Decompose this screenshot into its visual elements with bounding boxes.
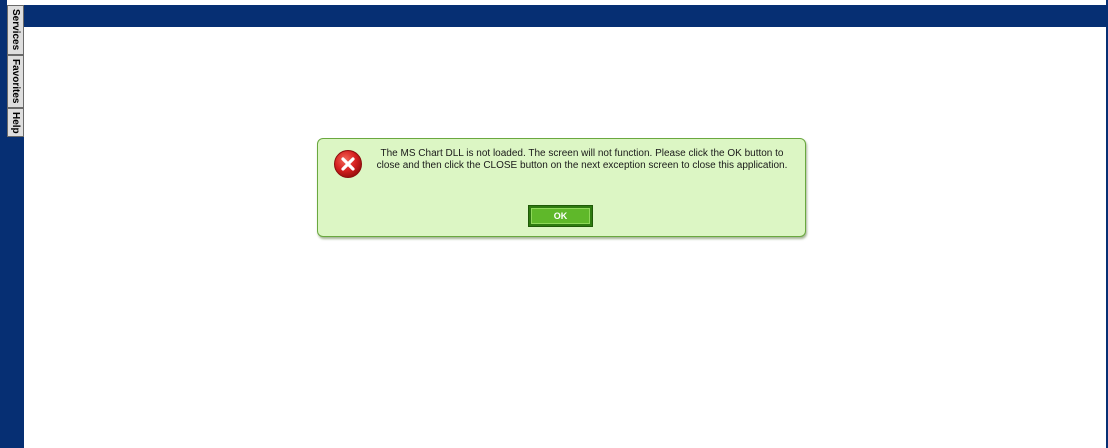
tab-services[interactable]: Services [7,5,24,55]
error-dialog: The MS Chart DLL is not loaded. The scre… [317,138,806,237]
tab-help[interactable]: Help [7,108,24,137]
ok-button[interactable]: OK [528,205,593,227]
main-content-area [24,27,1106,448]
tab-services-label: Services [10,9,21,51]
header-bar [24,5,1106,27]
ok-button-label: OK [531,208,590,224]
tab-help-label: Help [10,111,21,134]
tab-favorites[interactable]: Favorites [7,55,24,108]
tab-favorites-label: Favorites [10,59,21,104]
error-message: The MS Chart DLL is not loaded. The scre… [376,148,788,171]
application-window: Services Favorites Help The MS Chart DLL… [0,0,1108,448]
error-icon [334,150,362,178]
left-frame [0,0,7,448]
